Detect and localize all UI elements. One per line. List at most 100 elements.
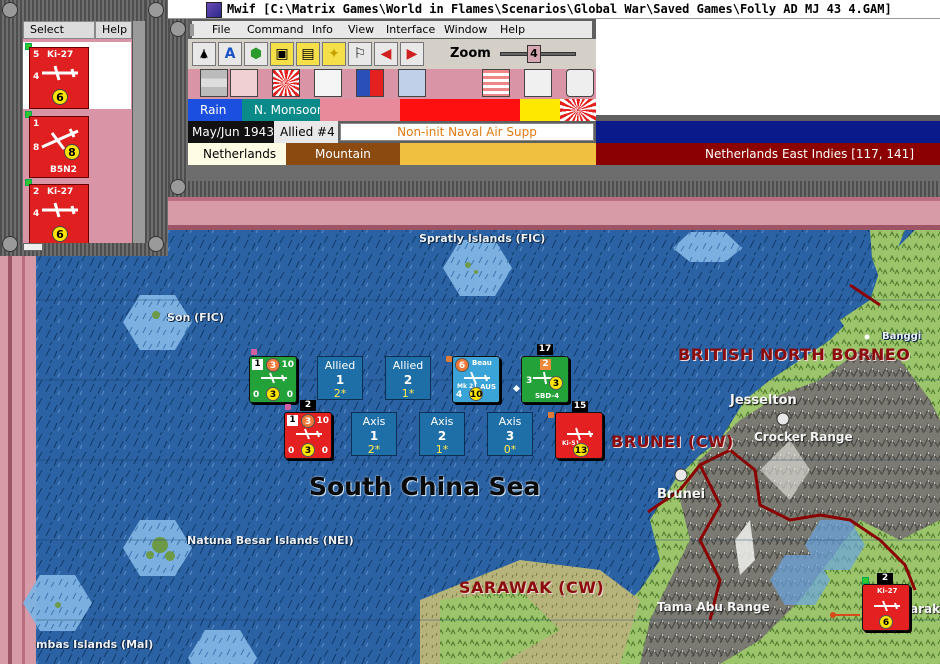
unit-icon[interactable]: 🛦 — [192, 42, 216, 66]
status-rising-sun-icon — [560, 99, 596, 121]
plane-icon — [567, 427, 593, 441]
label-arak: arak — [910, 602, 940, 616]
hex-icon[interactable]: ⬢ — [244, 42, 268, 66]
controller-display: Netherlands — [188, 143, 286, 165]
bolt-icon — [2, 2, 18, 18]
plane-icon — [874, 600, 900, 612]
menu-interface[interactable]: Interface — [386, 23, 435, 36]
zoom-slider-thumb[interactable]: 4 — [527, 45, 541, 63]
box-side-label: Axis — [362, 415, 386, 428]
menu-file[interactable]: File — [212, 23, 230, 36]
flag-japan-icon[interactable] — [272, 69, 300, 97]
magic-icon[interactable]: ✦ — [322, 42, 346, 66]
nation-flags — [188, 69, 596, 99]
counter-stat: 6 — [879, 615, 893, 629]
bolt-icon — [148, 236, 164, 252]
menu-grip — [190, 24, 194, 36]
text-icon[interactable]: A — [218, 42, 242, 66]
main-window[interactable]: Mwif [C:\Matrix Games\World in Flames\Sc… — [168, 0, 940, 197]
ki51-counter[interactable]: Ki-51 13 — [555, 412, 603, 459]
weather-zone: N. Monsoon — [242, 99, 320, 121]
plane-icon — [261, 372, 287, 384]
phase-display: Non-init Naval Air Supp — [340, 123, 594, 141]
counter-stat: 2 — [540, 359, 551, 370]
unit-value: 6 — [52, 89, 68, 105]
stack-count-badge: 2 — [300, 400, 316, 411]
unit-name: Ki-27 — [47, 50, 74, 60]
title-bar[interactable]: Mwif [C:\Matrix Games\World in Flames\Sc… — [168, 0, 940, 19]
counter-stat: 0 — [321, 446, 328, 456]
unit-card[interactable]: 5 Ki-27 4 6 — [29, 47, 89, 109]
unit-card[interactable]: 2 Ki-27 4 6 — [29, 184, 89, 243]
counter-marker — [548, 412, 554, 418]
unit-card[interactable]: 1 8 8 B5N2 — [29, 116, 89, 178]
terrain-display: Mountain — [286, 143, 400, 165]
panel-resize-handle[interactable] — [23, 243, 43, 251]
panel-frame — [0, 0, 168, 21]
date-display: May/Jun 1943 — [188, 121, 274, 143]
counter-name: Ki-27 — [877, 587, 898, 595]
unit-selection-panel[interactable]: Select Help 5 Ki-27 4 6 1 8 8 B5N2 2 Ki-… — [0, 0, 168, 256]
flag-italy-icon[interactable] — [230, 69, 258, 97]
sbd4-counter[interactable]: 2 3 3 SBD-4 — [521, 356, 569, 403]
unit-stat: 2 — [33, 187, 40, 197]
menu-help[interactable]: Help — [500, 23, 525, 36]
menu-window[interactable]: Window — [444, 23, 487, 36]
axis-unit-counter[interactable]: 1 3 10 0 3 0 — [284, 412, 332, 459]
allied-box-2[interactable]: Allied 2 1* — [385, 356, 431, 400]
game-control-window[interactable]: File Command Info View Interface Window … — [168, 19, 940, 197]
flag-white-icon[interactable] — [314, 69, 342, 97]
flag-britain-icon[interactable] — [398, 69, 426, 97]
counter-name: SBD-4 — [535, 392, 560, 400]
axis-box-2[interactable]: Axis 2 1* — [419, 412, 465, 456]
plane-icon — [42, 65, 78, 81]
flag-usa-icon[interactable] — [482, 69, 510, 97]
box-side-label: Allied — [324, 359, 356, 372]
unit-list[interactable]: 5 Ki-27 4 6 1 8 8 B5N2 2 Ki-27 4 6 — [23, 39, 132, 243]
label-natuna: Natuna Besar Islands (NEI) — [187, 534, 354, 547]
arrow-right-icon[interactable]: ▶ — [400, 42, 424, 66]
impulse-display: Allied #4 — [274, 121, 338, 143]
window-frame — [168, 181, 940, 197]
status-gold-band — [400, 143, 596, 165]
flag-icon[interactable]: ⚐ — [348, 42, 372, 66]
ki27-counter[interactable]: Ki-27 6 — [862, 584, 910, 631]
location-display: Netherlands East Indies [117, 141] — [596, 143, 940, 165]
counter-stat: 10 — [469, 387, 483, 401]
label-jesselton: Jesselton — [730, 393, 797, 408]
beau-counter[interactable]: 6 Beau Mk 21 AUS 4 10 — [452, 356, 500, 403]
weather-status: Rain — [188, 99, 242, 121]
axis-box-3[interactable]: Axis 3 0* — [487, 412, 533, 456]
box-side-label: Allied — [392, 359, 424, 372]
box-value: 2* — [367, 443, 381, 456]
box-value: 0* — [503, 443, 517, 456]
flag-china-icon[interactable] — [356, 69, 384, 97]
label-spratly: Spratly Islands (FIC) — [419, 232, 546, 245]
bolt-icon — [2, 236, 18, 252]
target-icon[interactable] — [566, 69, 594, 97]
arrow-left-icon[interactable]: ◀ — [374, 42, 398, 66]
panel-scrollbar[interactable] — [132, 21, 145, 243]
unit-stat: 5 — [33, 50, 40, 60]
allied-unit-counter[interactable]: 1 3 10 0 3 0 — [249, 356, 297, 403]
allied-box-1[interactable]: Allied 1 2* — [317, 356, 363, 400]
window-title: Mwif [C:\Matrix Games\World in Flames\Sc… — [227, 2, 892, 16]
status-spacer — [320, 99, 400, 121]
box-side-label: Axis — [430, 415, 454, 428]
counter-stat: 0 — [288, 446, 295, 456]
stack-icon[interactable]: ▣ — [270, 42, 294, 66]
status-japan-band — [400, 99, 520, 121]
box-value: 1* — [435, 443, 449, 456]
flag-ussr-icon[interactable] — [524, 69, 552, 97]
axis-box-1[interactable]: Axis 1 2* — [351, 412, 397, 456]
tab-select[interactable]: Select — [23, 21, 95, 39]
zoom-slider[interactable]: 4 — [500, 45, 576, 63]
counter-stat: 1 — [287, 415, 298, 426]
tab-help[interactable]: Help — [95, 21, 132, 39]
label-tama-abu-range: Tama Abu Range — [657, 600, 770, 614]
menu-view[interactable]: View — [348, 23, 374, 36]
flame-icon[interactable]: ▤ — [296, 42, 320, 66]
menu-command[interactable]: Command — [247, 23, 304, 36]
menu-info[interactable]: Info — [312, 23, 333, 36]
flag-neutral-icon[interactable] — [200, 69, 228, 97]
